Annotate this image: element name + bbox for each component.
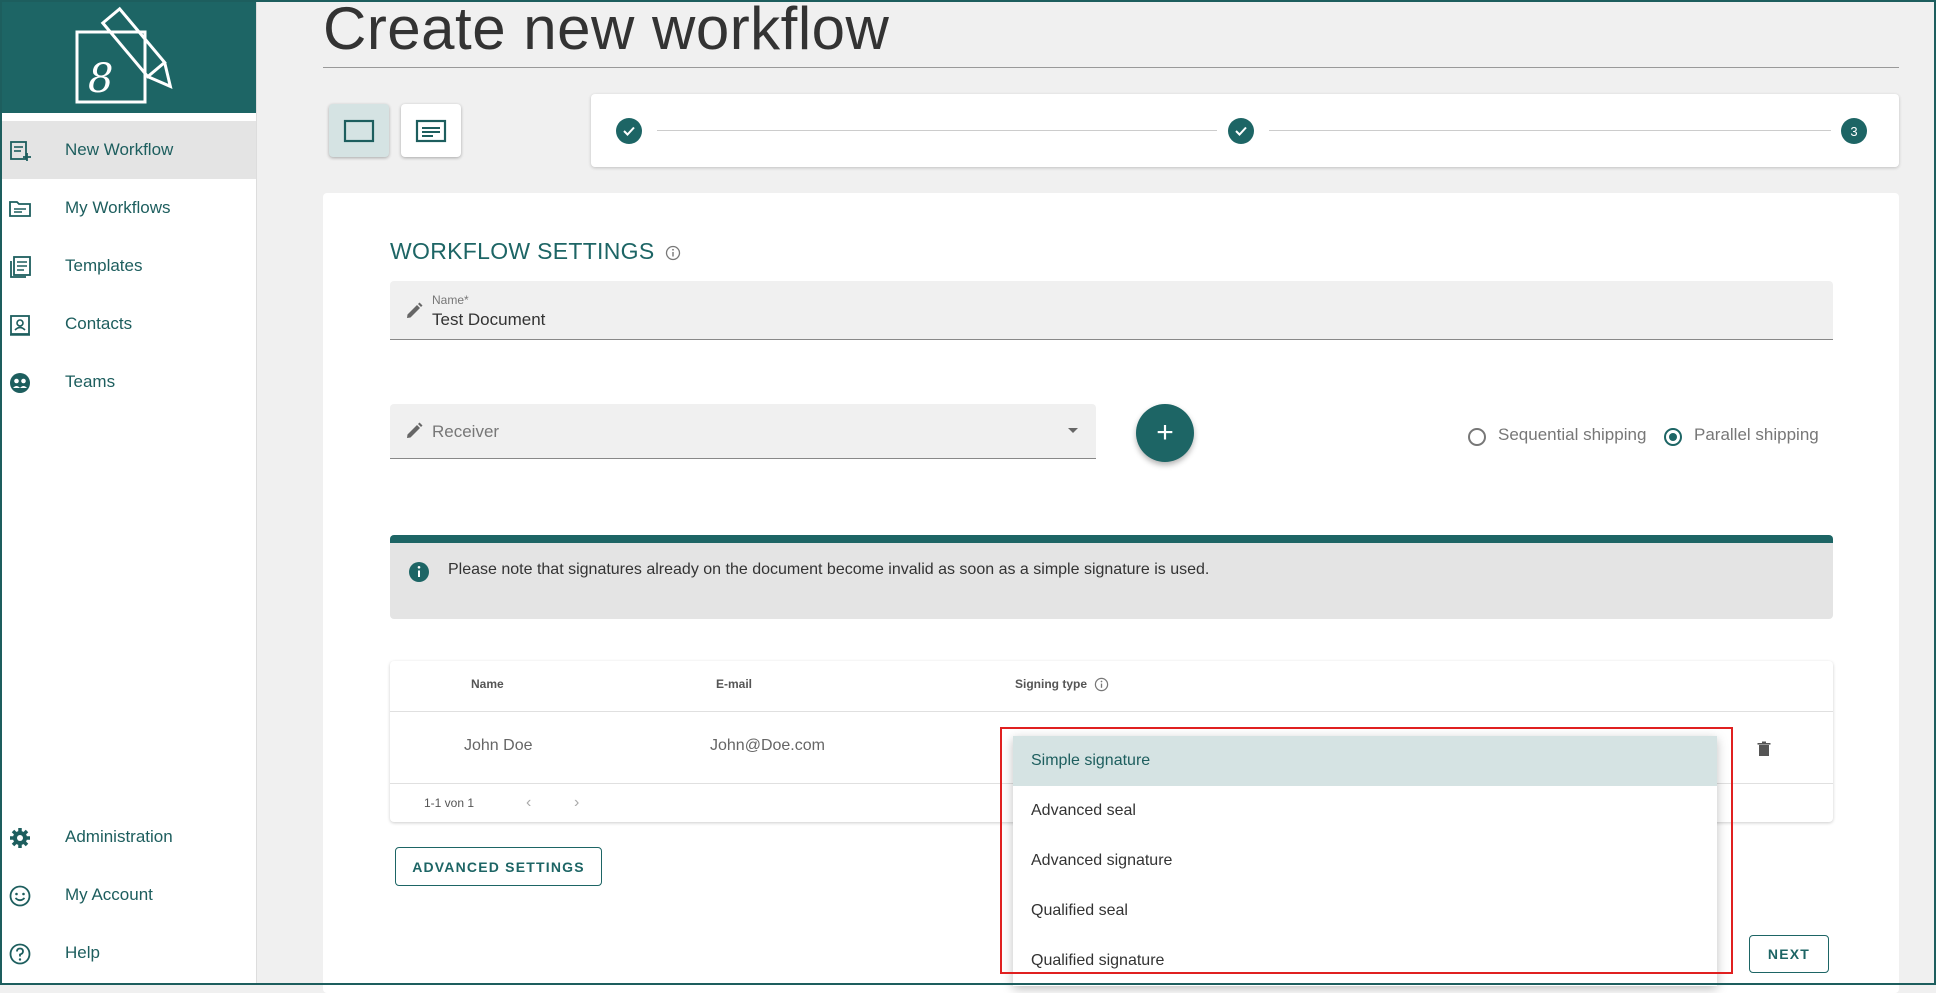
folder-icon — [9, 201, 31, 217]
sidebar-item-administration[interactable]: Administration — [0, 808, 256, 866]
sidebar: 8 New Workflow My Workflows Templates Co… — [0, 0, 257, 985]
sidebar-item-label: Templates — [65, 256, 143, 275]
receiver-select[interactable]: Receiver — [390, 404, 1096, 459]
chevron-right-icon[interactable]: › — [574, 794, 579, 812]
gear-icon — [10, 828, 30, 848]
option-label: Advanced seal — [1031, 802, 1136, 819]
sidebar-item-label: New Workflow — [65, 140, 174, 159]
section-title-text: WORKFLOW SETTINGS — [390, 238, 655, 264]
sidebar-item-label: Administration — [65, 827, 173, 846]
single-view-button[interactable] — [329, 104, 389, 157]
svg-text:8: 8 — [88, 56, 113, 102]
pencil-icon — [407, 302, 423, 318]
team-icon — [10, 373, 30, 393]
receiver-placeholder: Receiver — [432, 422, 500, 441]
sequential-shipping-radio[interactable] — [1468, 428, 1486, 446]
parallel-shipping-label[interactable]: Parallel shipping — [1694, 425, 1819, 445]
info-outline-icon[interactable] — [1094, 677, 1109, 692]
step-1-complete[interactable] — [616, 118, 642, 144]
checkmark-icon — [623, 126, 635, 136]
sidebar-item-my-account[interactable]: My Account — [0, 866, 256, 924]
step-2-complete[interactable] — [1228, 118, 1254, 144]
add-receiver-button[interactable]: + — [1136, 404, 1194, 462]
notice-text: Please note that signatures already on t… — [448, 561, 1210, 578]
sidebar-item-label: Contacts — [65, 314, 133, 333]
option-label: Qualified signature — [1031, 952, 1165, 969]
sidebar-item-teams[interactable]: Teams — [0, 353, 256, 411]
advanced-settings-button[interactable]: ADVANCED SETTINGS — [395, 847, 602, 886]
rectangle-view-icon — [343, 119, 375, 142]
info-outline-icon[interactable] — [665, 245, 681, 261]
detail-view-button[interactable] — [401, 104, 461, 157]
sidebar-item-label: Teams — [65, 372, 116, 391]
row-name: John Doe — [464, 737, 533, 754]
chevron-down-icon — [1068, 428, 1078, 433]
signature-logo-icon: 8 — [75, 6, 173, 104]
pencil-icon — [407, 422, 423, 438]
signing-type-dropdown: Simple signature Advanced seal Advanced … — [1013, 736, 1717, 986]
name-field-label: Name* — [432, 293, 469, 307]
workflow-stepper: 3 — [591, 94, 1899, 167]
help-icon — [9, 943, 31, 965]
parallel-shipping-radio[interactable] — [1664, 428, 1682, 446]
sidebar-item-new-workflow[interactable]: New Workflow — [0, 121, 256, 179]
templates-icon — [10, 256, 31, 278]
sequential-shipping-label[interactable]: Sequential shipping — [1498, 425, 1646, 445]
option-advanced-signature[interactable]: Advanced signature — [1013, 836, 1717, 886]
sidebar-item-my-workflows[interactable]: My Workflows — [0, 179, 256, 237]
chevron-left-icon[interactable]: ‹ — [526, 794, 531, 812]
page-title: Create new workflow — [323, 0, 890, 62]
smiley-icon — [9, 885, 31, 907]
section-title: WORKFLOW SETTINGS — [390, 238, 681, 265]
sidebar-item-contacts[interactable]: Contacts — [0, 295, 256, 353]
checkmark-icon — [1235, 126, 1247, 136]
title-divider — [323, 67, 1899, 68]
name-field[interactable]: Name* — [390, 281, 1833, 340]
option-qualified-signature[interactable]: Qualified signature — [1013, 936, 1717, 986]
column-header-name: Name — [471, 677, 504, 691]
step-connector — [657, 130, 1217, 131]
header-divider — [390, 711, 1833, 712]
column-header-signing-type-text: Signing type — [1015, 677, 1087, 691]
sidebar-item-label: My Workflows — [65, 198, 171, 217]
option-qualified-seal[interactable]: Qualified seal — [1013, 886, 1717, 936]
pagination-label: 1-1 von 1 — [424, 796, 475, 810]
name-input[interactable] — [432, 310, 1732, 330]
option-label: Simple signature — [1031, 752, 1151, 769]
new-document-icon — [10, 141, 31, 161]
app-logo: 8 — [0, 0, 256, 113]
sidebar-item-help[interactable]: Help — [0, 924, 256, 982]
option-label: Advanced signature — [1031, 852, 1173, 869]
option-label: Qualified seal — [1031, 902, 1128, 919]
option-advanced-seal[interactable]: Advanced seal — [1013, 786, 1717, 836]
column-header-email: E-mail — [716, 677, 753, 691]
step-3-current[interactable]: 3 — [1841, 118, 1867, 144]
list-view-icon — [415, 119, 447, 142]
next-button[interactable]: NEXT — [1749, 935, 1829, 973]
step-connector — [1269, 130, 1831, 131]
sidebar-item-label: Help — [65, 943, 100, 962]
option-simple-signature[interactable]: Simple signature — [1013, 736, 1717, 786]
contact-card-icon — [10, 315, 30, 336]
row-email: John@Doe.com — [710, 737, 825, 754]
sidebar-item-label: My Account — [65, 885, 153, 904]
trash-icon[interactable] — [1757, 741, 1771, 757]
column-header-signing-type: Signing type — [1015, 677, 1109, 692]
plus-icon: + — [1156, 416, 1174, 449]
sidebar-item-templates[interactable]: Templates — [0, 237, 256, 295]
info-filled-icon — [409, 562, 429, 582]
signature-notice: Please note that signatures already on t… — [390, 535, 1833, 619]
